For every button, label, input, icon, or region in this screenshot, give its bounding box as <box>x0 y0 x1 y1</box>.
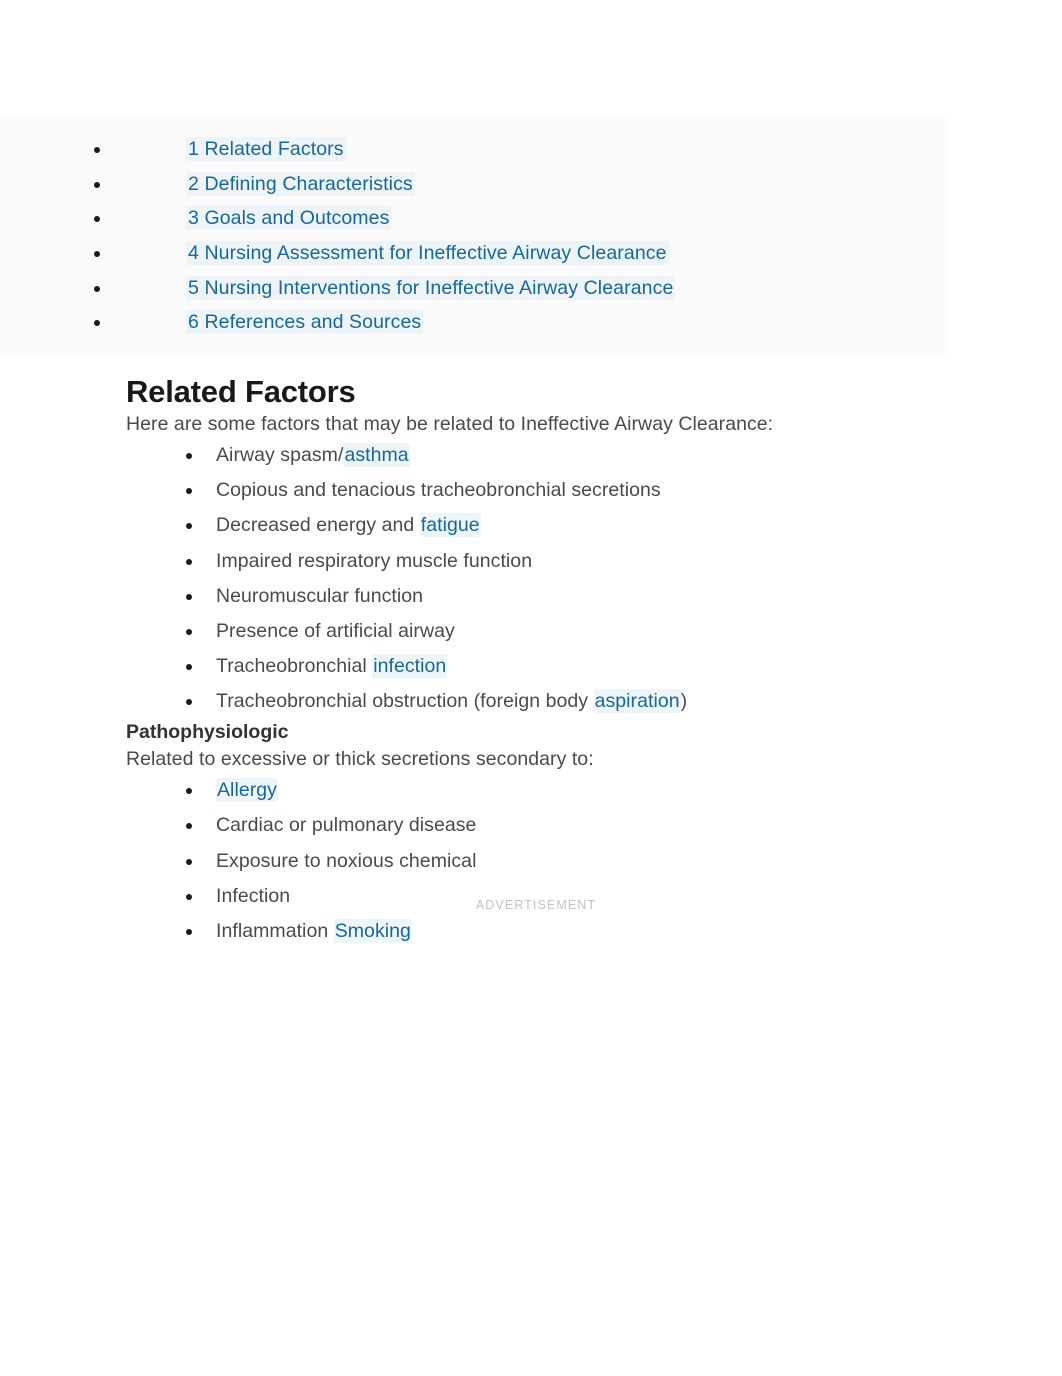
toc-link-related-factors[interactable]: 1 Related Factors <box>186 137 346 161</box>
list-item-text: Exposure to noxious chemical <box>216 849 477 872</box>
list-item-text: Tracheobronchial <box>216 655 373 678</box>
toc-item-5[interactable]: 5 Nursing Interventions for Ineffective … <box>0 271 945 306</box>
list-item-text: Cardiac or pulmonary disease <box>216 814 477 837</box>
list-item: Exposure to noxious chemical <box>126 844 946 879</box>
toc-link-references-and-sources[interactable]: 6 References and Sources <box>186 310 424 335</box>
link-smoking[interactable]: Smoking <box>333 918 412 943</box>
toc-item-2[interactable]: 2 Defining Characteristics <box>0 167 945 202</box>
list-item-text: Impaired respiratory muscle function <box>216 549 533 572</box>
toc-link-nursing-interventions[interactable]: 5 Nursing Interventions for Ineffective … <box>186 275 676 300</box>
link-infection[interactable]: infection <box>372 654 448 679</box>
related-factors-list: Airway spasm/asthma Copious and tenaciou… <box>126 438 946 720</box>
toc-list: 1 Related Factors 2 Defining Characteris… <box>0 132 945 340</box>
list-item-text: Airway spasm/ <box>216 443 344 466</box>
list-item: Impaired respiratory muscle function <box>126 544 946 579</box>
list-item: Tracheobronchial infection <box>126 649 946 684</box>
list-item-text: Copious and tenacious tracheobronchial s… <box>216 479 661 502</box>
link-fatigue[interactable]: fatigue <box>419 513 481 538</box>
list-item-text: Decreased energy and <box>216 514 420 537</box>
toc-link-nursing-assessment[interactable]: 4 Nursing Assessment for Ineffective Air… <box>186 241 669 266</box>
toc-item-1[interactable]: 1 Related Factors <box>0 132 945 167</box>
list-item-text: Infection <box>216 884 291 907</box>
list-item: Allergy <box>126 773 946 808</box>
list-item-text: Neuromuscular function <box>216 584 424 607</box>
list-item-text: Inflammation <box>216 919 334 942</box>
link-allergy[interactable]: Allergy <box>216 778 278 803</box>
toc-link-defining-characteristics[interactable]: 2 Defining Characteristics <box>186 171 415 196</box>
list-item: Inflammation Smoking <box>126 914 946 949</box>
list-item: Decreased energy and fatigue <box>126 508 946 543</box>
list-item-text-after: ) <box>680 690 688 713</box>
toc-item-6[interactable]: 6 References and Sources <box>0 305 945 340</box>
secondary-factors-list: Allergy Cardiac or pulmonary disease Exp… <box>126 773 946 949</box>
subsection-title-pathophysiologic: Pathophysiologic <box>126 720 289 743</box>
list-item: Airway spasm/asthma <box>126 438 946 473</box>
list-item: Cardiac or pulmonary disease <box>126 808 946 843</box>
page-title: Related Factors <box>126 374 356 409</box>
list-item-text: Tracheobronchial obstruction (foreign bo… <box>216 690 594 713</box>
list-item-text: Presence of artificial airway <box>216 619 455 642</box>
toc-item-3[interactable]: 3 Goals and Outcomes <box>0 201 945 236</box>
document-page: 1 Related Factors 2 Defining Characteris… <box>0 0 1062 1376</box>
list-item: Presence of artificial airway <box>126 614 946 649</box>
intro-paragraph: Here are some factors that may be relate… <box>126 412 774 435</box>
table-of-contents: 1 Related Factors 2 Defining Characteris… <box>0 118 945 355</box>
link-aspiration[interactable]: aspiration <box>593 689 681 714</box>
secondary-paragraph: Related to excessive or thick secretions… <box>126 747 594 770</box>
toc-link-goals-and-outcomes[interactable]: 3 Goals and Outcomes <box>186 206 392 231</box>
list-item: Copious and tenacious tracheobronchial s… <box>126 473 946 508</box>
list-item: Neuromuscular function <box>126 579 946 614</box>
link-asthma[interactable]: asthma <box>343 442 410 467</box>
list-item: Tracheobronchial obstruction (foreign bo… <box>126 684 946 719</box>
article-body: Related Factors Here are some factors th… <box>126 374 946 949</box>
toc-item-4[interactable]: 4 Nursing Assessment for Ineffective Air… <box>0 236 945 271</box>
list-item: Infection <box>126 879 946 914</box>
